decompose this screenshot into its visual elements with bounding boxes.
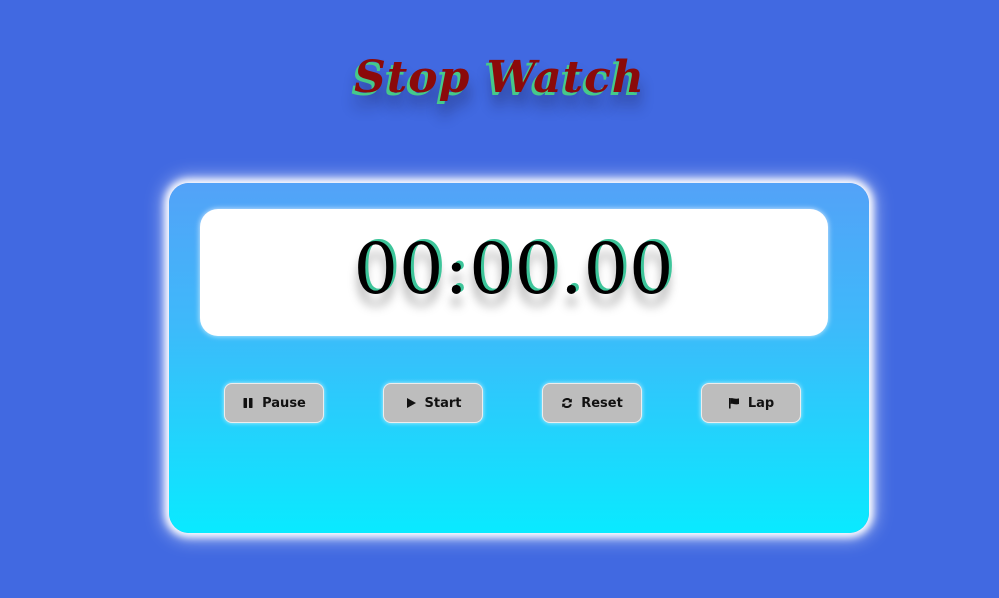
time-display: 00:00.00 [200, 209, 828, 336]
reset-label: Reset [581, 395, 623, 411]
flag-icon [728, 397, 740, 409]
stopwatch-page: Stop Watch 00:00.00 Pause Start Reset La… [0, 0, 999, 598]
start-label: Start [424, 395, 462, 411]
stopwatch-card: 00:00.00 Pause Start Reset Lap [169, 183, 869, 533]
play-icon [405, 397, 417, 409]
lap-button[interactable]: Lap [701, 383, 801, 423]
pause-label: Pause [262, 395, 306, 411]
pause-icon [242, 397, 254, 409]
start-button[interactable]: Start [383, 383, 483, 423]
reset-button[interactable]: Reset [542, 383, 642, 423]
page-title: Stop Watch [354, 52, 645, 103]
refresh-icon [561, 397, 573, 409]
lap-label: Lap [747, 395, 775, 411]
pause-button[interactable]: Pause [224, 383, 324, 423]
time-readout: 00:00.00 [353, 227, 675, 310]
